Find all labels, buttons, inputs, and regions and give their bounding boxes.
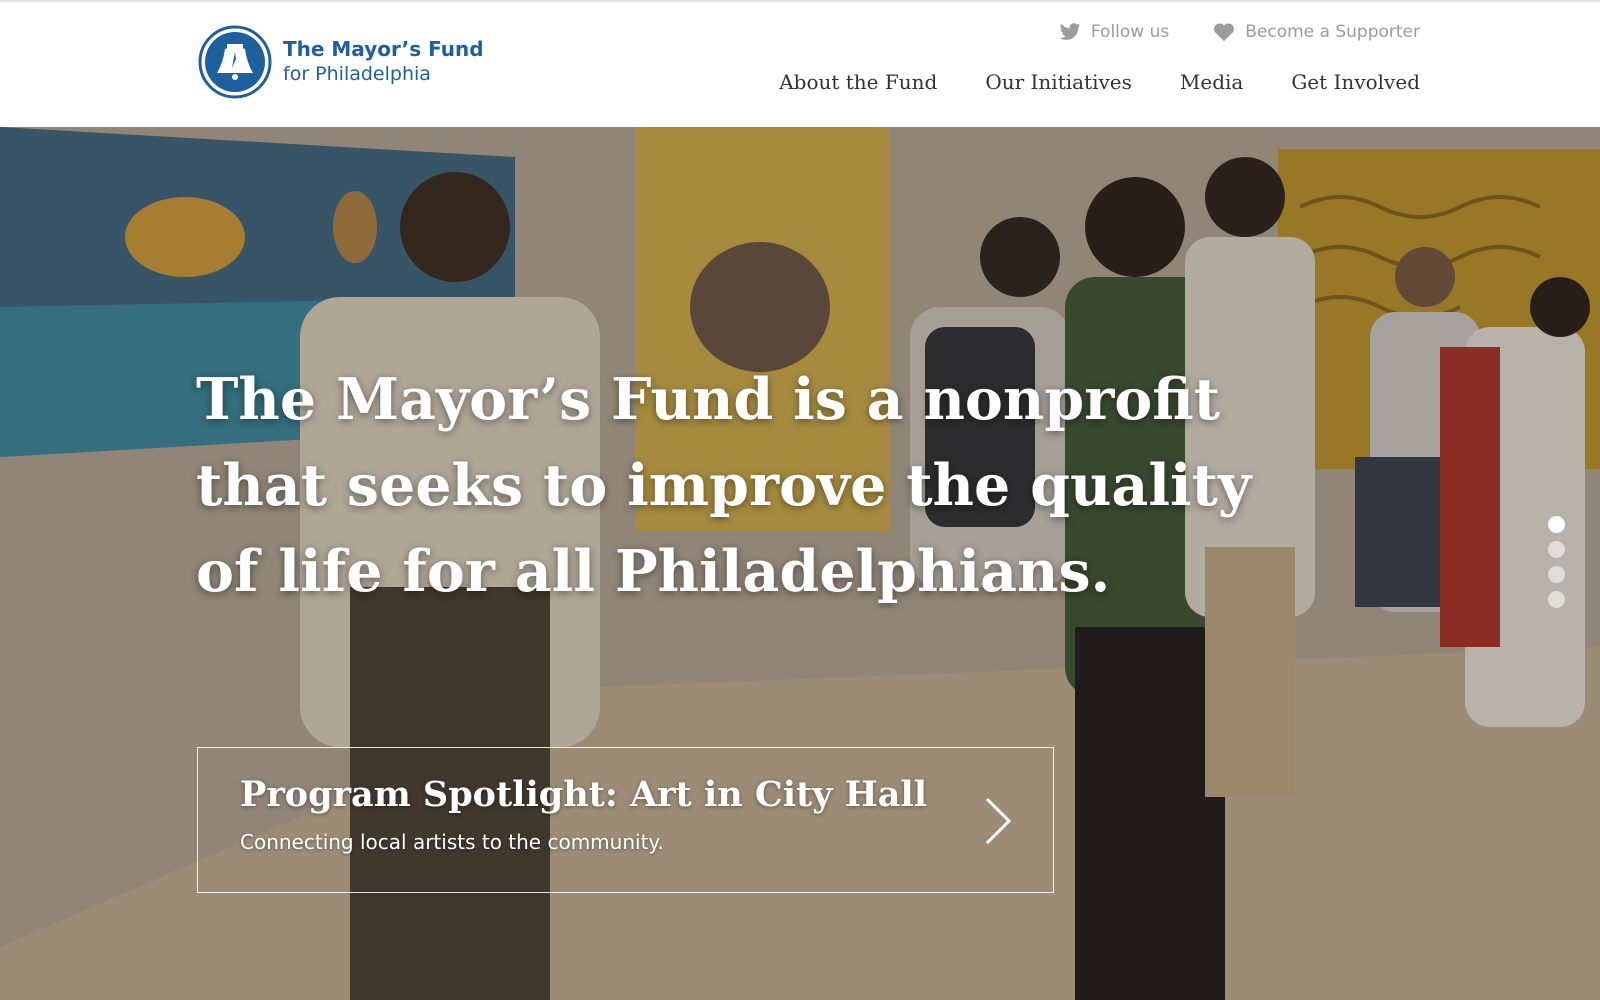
slide-dot-3[interactable] xyxy=(1548,566,1565,583)
chevron-right-icon[interactable] xyxy=(983,796,1013,846)
slide-dot-4[interactable] xyxy=(1548,591,1565,608)
liberty-bell-icon xyxy=(198,25,272,99)
become-supporter-link[interactable]: Become a Supporter xyxy=(1213,22,1420,42)
utility-links: Follow us Become a Supporter xyxy=(1059,22,1420,42)
slide-dot-1[interactable] xyxy=(1548,516,1565,533)
site-header: The Mayor’s Fund for Philadelphia Follow… xyxy=(0,0,1600,127)
hero-section: The Mayor’s Fund is a nonprofit that see… xyxy=(0,127,1600,1000)
main-nav: About the Fund Our Initiatives Media Get… xyxy=(779,70,1420,94)
spotlight-title: Program Spotlight: Art in City Hall xyxy=(240,774,928,815)
program-spotlight-card[interactable]: Program Spotlight: Art in City Hall Conn… xyxy=(197,747,1054,893)
nav-media[interactable]: Media xyxy=(1180,70,1243,94)
slide-indicators xyxy=(1548,516,1565,608)
hero-headline: The Mayor’s Fund is a nonprofit that see… xyxy=(196,366,1252,605)
slide-dot-2[interactable] xyxy=(1548,541,1565,558)
nav-about-the-fund[interactable]: About the Fund xyxy=(779,70,937,94)
spotlight-subtitle: Connecting local artists to the communit… xyxy=(240,830,664,854)
logo-subtitle: for Philadelphia xyxy=(283,63,431,85)
twitter-icon xyxy=(1059,23,1081,40)
nav-our-initiatives[interactable]: Our Initiatives xyxy=(985,70,1132,94)
follow-us-link[interactable]: Follow us xyxy=(1059,22,1169,42)
nav-get-involved[interactable]: Get Involved xyxy=(1291,70,1420,94)
follow-us-label: Follow us xyxy=(1090,22,1170,42)
logo-wordmark: The Mayor’s Fund for Philadelphia xyxy=(283,37,484,87)
logo-title: The Mayor’s Fund xyxy=(283,37,484,61)
become-supporter-label: Become a Supporter xyxy=(1245,22,1420,42)
heart-icon xyxy=(1214,23,1235,42)
site-logo[interactable]: The Mayor’s Fund for Philadelphia xyxy=(197,24,484,100)
